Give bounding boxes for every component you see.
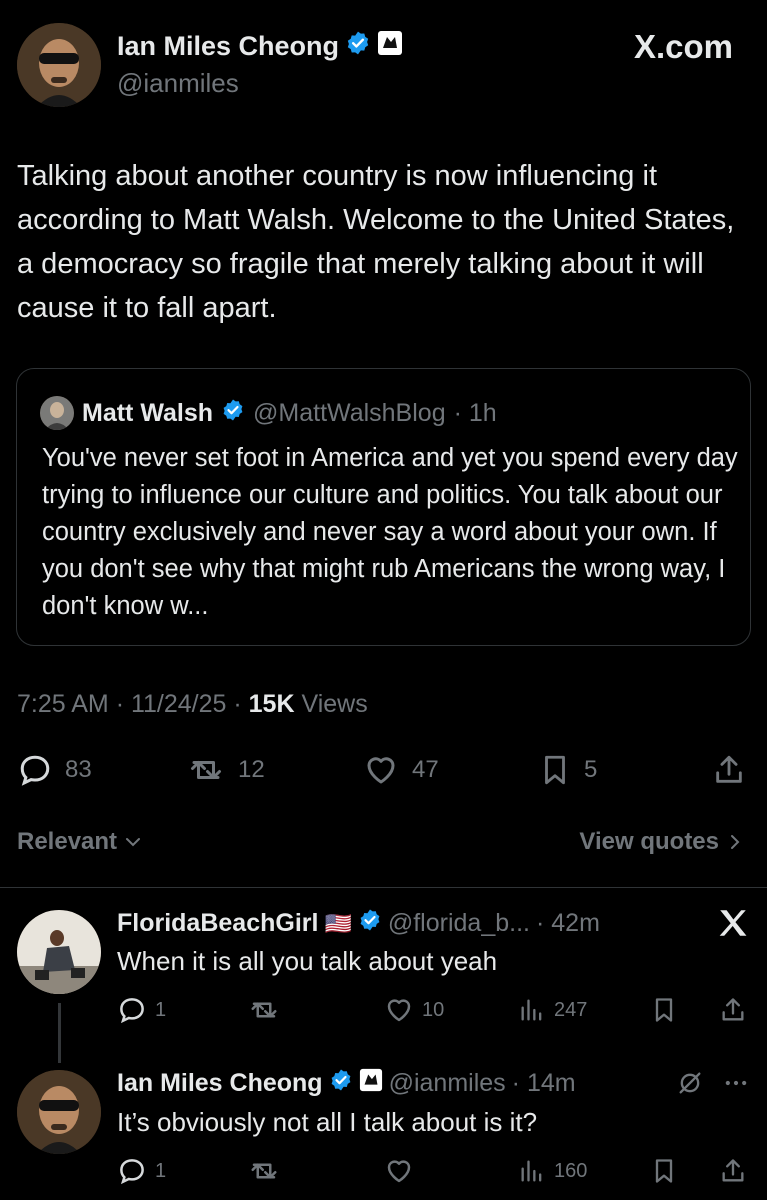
views-chart-icon: [521, 999, 542, 1021]
grok-icon[interactable]: [676, 1068, 704, 1103]
author-name-row: Ian Miles Cheong: [117, 30, 403, 63]
reply-author-handle: @ianmiles: [388, 1069, 506, 1097]
share-icon: [716, 755, 742, 783]
quote-author-handle: @MattWalshBlog: [253, 398, 446, 427]
bookmark-icon: [545, 755, 565, 785]
reply-like-button[interactable]: [384, 1156, 414, 1186]
quote-avatar: [40, 396, 74, 430]
bookmark-button[interactable]: 5: [538, 752, 597, 788]
thread-connector-line: [58, 1003, 61, 1063]
reply-avatar[interactable]: [17, 1070, 101, 1154]
quote-time: · 1h: [453, 398, 497, 427]
reply-views-button[interactable]: 160: [518, 1156, 587, 1186]
reply-text: It’s obviously not all I talk about is i…: [117, 1107, 538, 1137]
x-logo-icon: [716, 906, 750, 945]
reply-author-handle: @florida_b...: [387, 909, 530, 937]
heart-icon: [367, 757, 395, 784]
reply-repost-button[interactable]: [247, 995, 281, 1025]
tweet-text: Talking about another country is now inf…: [17, 160, 735, 324]
reply-share-button[interactable]: [719, 995, 747, 1025]
reply-icon: [20, 755, 50, 786]
like-count: 47: [412, 756, 439, 783]
share-icon: [722, 1159, 744, 1182]
verified-badge-icon: [221, 398, 245, 429]
reply-text: When it is all you talk about yeah: [117, 946, 498, 976]
reply-reply-count: 1: [155, 998, 167, 1021]
author-handle[interactable]: @ianmiles: [117, 68, 239, 99]
reply-author-name[interactable]: FloridaBeachGirl: [117, 909, 318, 938]
repost-icon: [191, 761, 221, 779]
chevron-right-icon: [731, 835, 740, 849]
affiliation-badge-icon[interactable]: [377, 30, 403, 63]
flag-usa-icon: 🇺🇸: [324, 910, 352, 936]
repost-count: 12: [238, 756, 265, 783]
repost-icon: [251, 1002, 277, 1018]
reply-button[interactable]: 83: [17, 752, 92, 788]
reply-reply-button[interactable]: 1: [117, 995, 166, 1025]
view-quotes-link[interactable]: View quotes: [579, 828, 745, 856]
share-button[interactable]: [712, 752, 746, 788]
bookmark-icon: [655, 998, 673, 1022]
tweet-time: 7:25 AM: [17, 690, 109, 718]
sort-relevant-dropdown[interactable]: Relevant: [17, 828, 143, 856]
view-quotes-label: View quotes: [579, 828, 719, 855]
reply-reply-button[interactable]: 1: [117, 1156, 166, 1186]
repost-icon: [251, 1163, 277, 1179]
more-options-icon[interactable]: [722, 1068, 750, 1103]
reply-header: FloridaBeachGirl 🇺🇸 @florida_b... · 42m: [117, 908, 600, 939]
views-label: Views: [301, 690, 368, 718]
tweet-meta: 7:25 AM · 11/24/25 · 15K Views: [17, 690, 368, 719]
reply-repost-button[interactable]: [247, 1156, 281, 1186]
reply-like-count: 10: [422, 998, 445, 1021]
sort-relevant-label: Relevant: [17, 828, 118, 855]
reply-share-button[interactable]: [719, 1156, 747, 1186]
reply-icon: [120, 1159, 144, 1185]
views-chart-icon: [521, 1160, 542, 1182]
reply-count: 83: [65, 756, 92, 783]
author-avatar[interactable]: [17, 23, 101, 107]
quote-text: You've never set foot in America and yet…: [42, 444, 738, 620]
tweet-date: · 11/24/25 ·: [115, 690, 242, 718]
reply-header: Ian Miles Cheong @ianmiles · 14m: [117, 1068, 576, 1099]
quote-header: Matt Walsh @MattWalshBlog · 1h: [40, 396, 497, 430]
verified-badge-icon: [345, 30, 371, 63]
heart-icon: [387, 1160, 411, 1183]
section-divider: [0, 887, 767, 888]
reply-time: · 42m: [535, 909, 600, 937]
reply-bookmark-button[interactable]: [650, 1156, 678, 1186]
affiliation-badge-icon[interactable]: [359, 1068, 383, 1099]
reply-reply-count: 1: [155, 1159, 167, 1182]
reply-time: · 14m: [511, 1069, 576, 1097]
bookmark-count: 5: [584, 756, 598, 783]
heart-icon: [387, 999, 411, 1022]
chevron-down-icon: [126, 838, 141, 847]
reply-avatar[interactable]: [17, 910, 101, 994]
x-watermark: X.com: [633, 28, 733, 65]
verified-badge-icon: [358, 908, 382, 939]
author-name[interactable]: Ian Miles Cheong: [117, 31, 339, 62]
reply-bookmark-button[interactable]: [650, 995, 678, 1025]
reply-views-count: 247: [554, 998, 588, 1021]
verified-badge-icon: [329, 1068, 353, 1099]
reply-views-button[interactable]: 247: [518, 995, 587, 1025]
quote-author-name: Matt Walsh: [82, 398, 214, 427]
repost-button[interactable]: 12: [186, 752, 265, 788]
like-button[interactable]: 47: [362, 752, 439, 788]
reply-like-button[interactable]: 10: [384, 995, 444, 1025]
share-icon: [722, 998, 744, 1021]
views-count: 15K: [248, 690, 295, 718]
reply-author-name[interactable]: Ian Miles Cheong: [117, 1069, 323, 1098]
bookmark-icon: [655, 1159, 673, 1183]
reply-icon: [120, 998, 144, 1024]
reply-views-count: 160: [554, 1159, 588, 1182]
